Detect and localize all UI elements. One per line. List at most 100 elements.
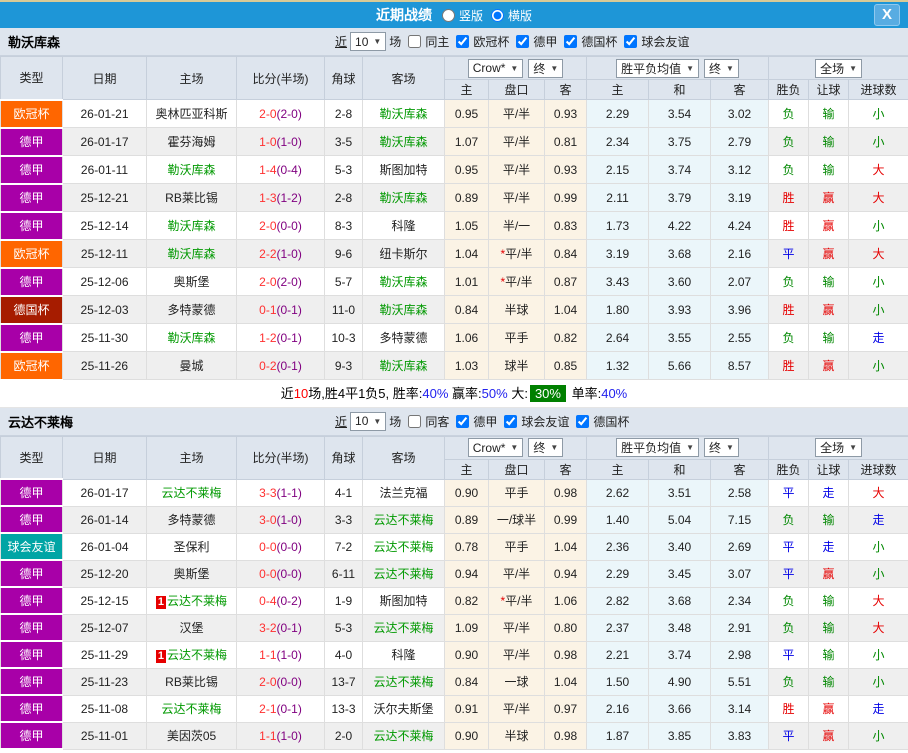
result-outcome: 胜 <box>768 183 810 212</box>
home-team: 1 云达不莱梅 <box>146 586 237 615</box>
league-checkbox[interactable] <box>456 35 470 48</box>
matches-label: 场 <box>389 414 402 429</box>
avg-draw: 3.60 <box>648 267 712 296</box>
odds-home: 1.06 <box>444 323 489 352</box>
result-handicap: 输 <box>808 505 850 534</box>
near-link[interactable]: 近 <box>335 413 347 430</box>
avg-select[interactable]: 胜平负均值 ▼ <box>616 58 700 78</box>
away-team-name: 斯图加特 <box>379 594 428 608</box>
home-team: 美因茨05 <box>146 721 237 750</box>
vertical-layout-radio[interactable] <box>441 8 455 22</box>
match-count-select[interactable]: 10 ▼ <box>350 32 387 51</box>
league-checkbox[interactable] <box>504 414 518 428</box>
home-team-name: 美因茨05 <box>166 729 217 743</box>
horizontal-layout-radio[interactable] <box>491 8 504 22</box>
same-venue-checkbox[interactable] <box>408 35 422 48</box>
avg-draw: 3.75 <box>648 127 712 156</box>
col-header-letgoal: 让球 <box>808 458 850 480</box>
fulltime-score: 2-0 <box>259 106 277 121</box>
match-type-badge: 德甲 <box>0 126 63 157</box>
full-match-select[interactable]: 全场 ▼ <box>815 438 863 457</box>
near-link[interactable]: 近 <box>335 33 347 50</box>
match-type-badge: 德甲 <box>0 586 63 615</box>
odds-home: 0.90 <box>444 478 489 507</box>
match-date: 25-11-29 <box>62 640 147 669</box>
chevron-down-icon: ▼ <box>726 63 734 73</box>
close-button[interactable]: X <box>874 4 900 26</box>
same-venue-checkbox[interactable] <box>408 414 422 428</box>
halftime-score: (0-1) <box>276 701 302 716</box>
col-header-avg-home: 主 <box>586 79 650 100</box>
away-team-name: 斯图加特 <box>379 163 428 177</box>
summary-label: 单率: <box>571 385 602 401</box>
avg-draw: 3.54 <box>648 99 712 128</box>
filter-controls: 近 10 ▼ 场 同客 德甲 球会友谊 德国杯 <box>335 411 629 431</box>
odds-away: 1.04 <box>543 667 588 696</box>
result-handicap: 输 <box>808 155 850 184</box>
match-score: 2-0(2-0) <box>236 99 325 128</box>
avg-select[interactable]: 胜平负均值 ▼ <box>616 438 700 457</box>
corner-score: 9-3 <box>324 351 363 380</box>
away-team: 斯图加特 <box>362 155 445 184</box>
match-date: 25-11-26 <box>62 351 147 380</box>
home-team: 汉堡 <box>146 613 237 642</box>
home-team-name: 勒沃库森 <box>167 331 216 345</box>
league-checkbox[interactable] <box>564 35 578 48</box>
handicap-line: 平手 <box>488 323 545 352</box>
match-row: 欧冠杯 25-11-26 曼城 0-2(0-1) 9-3 勒沃库森 1.03 球半 0.85 1.… <box>0 350 908 381</box>
avg-away: 3.07 <box>710 559 770 588</box>
final-avg-select[interactable]: 终 ▼ <box>704 438 739 457</box>
league-checkbox[interactable] <box>576 414 590 428</box>
odds-home: 0.89 <box>444 505 489 534</box>
crow-select[interactable]: Crow* ▼ <box>467 438 524 457</box>
win-rate: 40% <box>422 385 449 401</box>
home-team-name: 奥斯堡 <box>173 567 210 581</box>
layout-mode-group: 竖版 横版 <box>436 7 532 24</box>
crow-select[interactable]: Crow* ▼ <box>467 58 524 78</box>
league-checkbox[interactable] <box>516 35 530 48</box>
league-label: 球会友谊 <box>641 35 690 49</box>
result-goals: 小 <box>848 295 908 324</box>
final-odds-select[interactable]: 终 ▼ <box>528 58 564 78</box>
home-team-name: 奥林匹亚科斯 <box>155 107 228 121</box>
league-checkbox[interactable] <box>624 35 638 48</box>
full-match-select[interactable]: 全场 ▼ <box>815 58 863 78</box>
match-score: 0-4(0-2) <box>236 586 325 615</box>
avg-home: 1.50 <box>586 667 650 696</box>
match-score: 0-1(0-1) <box>236 295 325 324</box>
corner-score: 5-3 <box>324 613 363 642</box>
home-team: 奥斯堡 <box>146 559 237 588</box>
result-handicap: 走 <box>808 478 850 507</box>
col-header-odds-home: 主 <box>444 458 489 480</box>
match-count-select[interactable]: 10 ▼ <box>350 411 387 431</box>
match-row: 德国杯 25-12-03 多特蒙德 0-1(0-1) 11-0 勒沃库森 0.84 半球 1.0… <box>0 294 908 325</box>
league-label: 德甲 <box>533 35 558 49</box>
result-goals: 小 <box>848 351 908 380</box>
odds-away: 0.87 <box>543 267 588 296</box>
match-date: 25-12-07 <box>62 613 147 642</box>
avg-draw: 3.51 <box>648 478 712 507</box>
match-row: 德甲 26-01-11 勒沃库森 1-4(0-4) 5-3 斯图加特 0.95 平/半 0.93… <box>0 154 908 185</box>
final-odds-select[interactable]: 终 ▼ <box>528 438 564 457</box>
team-name: 云达不莱梅 <box>8 414 74 430</box>
match-row: 德甲 25-12-21 RB莱比锡 1-3(1-2) 2-8 勒沃库森 0.89 平/半 0.9… <box>0 182 908 213</box>
league-label: 德甲 <box>473 414 498 429</box>
fulltime-score: 2-2 <box>259 246 277 261</box>
match-score: 2-0(0-0) <box>236 667 325 696</box>
fulltime-score: 1-3 <box>259 190 277 205</box>
result-handicap: 赢 <box>808 559 850 588</box>
odds-away: 0.98 <box>543 640 588 669</box>
away-team: 勒沃库森 <box>362 127 445 156</box>
handicap-win-rate: 50% <box>481 385 508 401</box>
match-date: 25-11-08 <box>62 694 147 723</box>
home-team-name: 霍芬海姆 <box>167 135 216 149</box>
final-avg-select[interactable]: 终 ▼ <box>704 58 739 78</box>
league-checkbox[interactable] <box>456 414 470 428</box>
away-team: 科隆 <box>362 211 445 240</box>
avg-draw: 3.66 <box>648 694 712 723</box>
fulltime-score: 2-0 <box>259 218 277 233</box>
section-filter-bar: 勒沃库森 近 10 ▼ 场 同主 欧冠杯 德甲 德国杯 球会友谊 <box>0 28 908 56</box>
away-team: 沃尔夫斯堡 <box>362 694 445 723</box>
handicap-line: 半球 <box>488 721 545 750</box>
fulltime-score: 0-1 <box>259 302 277 317</box>
